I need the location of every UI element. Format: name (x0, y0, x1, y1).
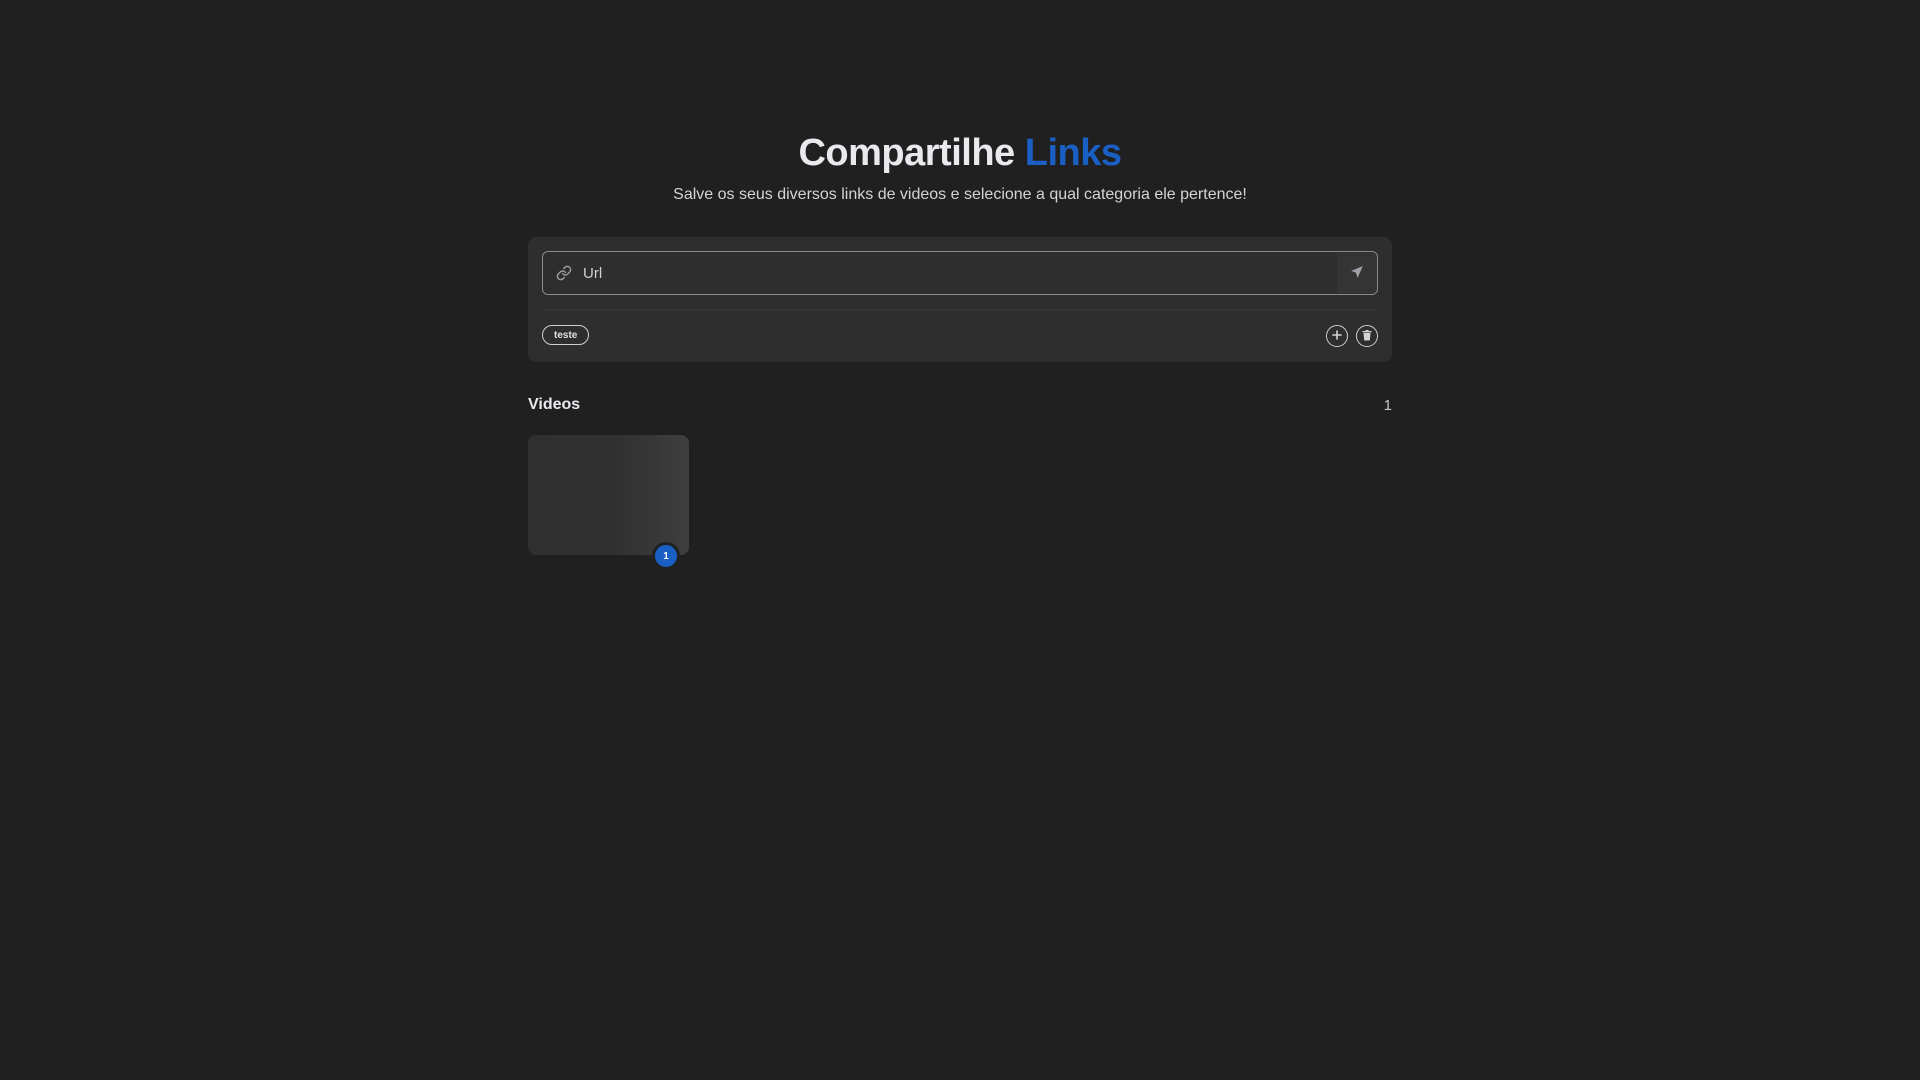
url-input[interactable] (581, 252, 1337, 294)
videos-section-title: Videos (528, 396, 581, 413)
page: Compartilhe Links Salve os seus diversos… (0, 0, 1920, 1080)
title-accent: Links (1024, 132, 1122, 174)
divider (542, 309, 1378, 310)
page-title: Compartilhe Links (0, 128, 1920, 178)
add-category-button[interactable] (1326, 325, 1348, 347)
videos-count: 1 (1383, 396, 1392, 414)
header: Compartilhe Links Salve os seus diversos… (0, 128, 1920, 206)
url-field (542, 251, 1378, 295)
plus-circle-icon (1331, 329, 1343, 344)
video-card[interactable]: 1 (528, 435, 689, 570)
category-tag[interactable]: teste (542, 325, 590, 345)
link-form-card: teste (528, 237, 1392, 362)
page-subtitle: Salve os seus diversos links de videos e… (673, 186, 1247, 203)
send-button[interactable] (1337, 253, 1377, 293)
title-main: Compartilhe (798, 132, 1015, 174)
delete-category-button[interactable] (1356, 325, 1378, 347)
video-badge: 1 (652, 542, 680, 570)
send-icon (1350, 265, 1364, 282)
videos-section-header: Videos 1 (528, 396, 1392, 414)
trash-icon (1362, 329, 1372, 344)
link-icon (553, 262, 575, 284)
